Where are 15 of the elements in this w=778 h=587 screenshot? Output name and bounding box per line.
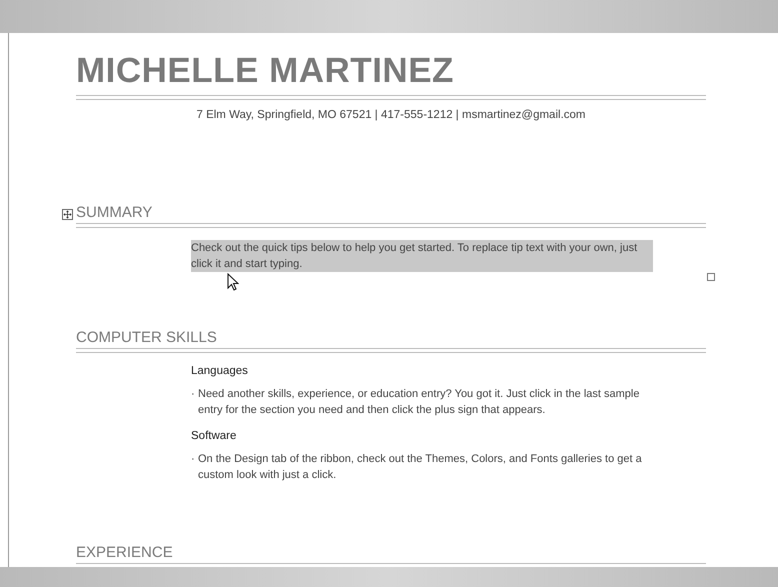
bullet-marker: ·: [191, 387, 196, 402]
summary-text: Check out the quick tips below to help you get started. To replace tip text with your own, just click it and start typing.: [191, 240, 653, 272]
mouse-pointer-icon: [227, 273, 239, 291]
square-handle-icon[interactable]: [707, 273, 715, 281]
section-heading: EXPERIENCE: [76, 543, 173, 563]
contact-info: 7 Elm Way, Springfield, MO 67521 | 417-555-1212 | msmartinez@gmail.com: [195, 109, 586, 121]
move-handle-icon[interactable]: [62, 209, 73, 220]
section-heading: SUMMARY: [76, 203, 152, 223]
bullet-text: Need another skills, experience, or education entry? You got it. Just click in the last sample entry for the section you need and then click the plus sign that appears.: [198, 387, 640, 418]
bullet-text: On the Design tab of the ribbon, check out the Themes, Colors, and Fonts galleries to get a custom look with just a click.: [198, 452, 643, 483]
resume-name: MICHELLE MARTINEZ: [76, 50, 455, 92]
section-heading: COMPUTER SKILLS: [76, 328, 217, 348]
entry-title: Languages: [191, 364, 249, 379]
bullet-marker: ·: [191, 452, 196, 467]
entry-title: Software: [191, 429, 238, 444]
